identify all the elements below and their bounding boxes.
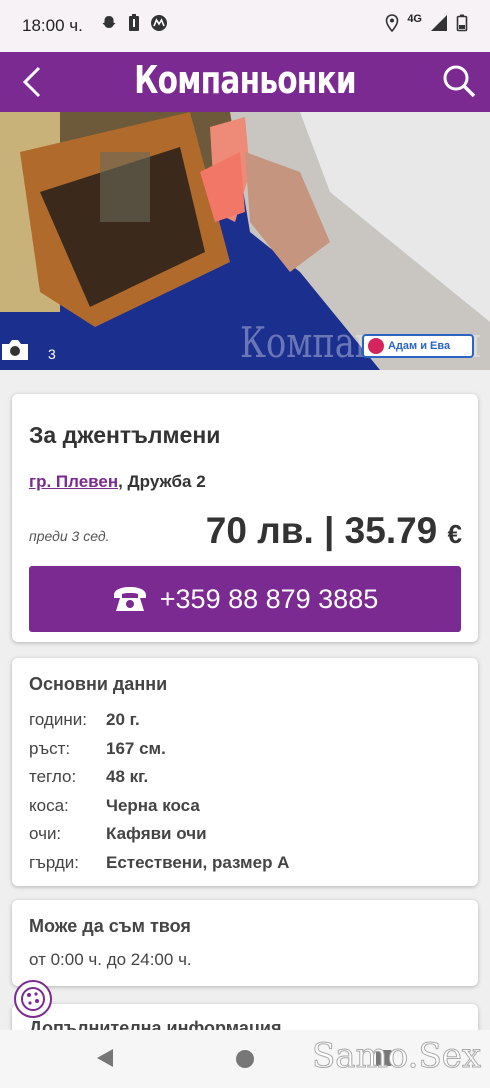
location: гр. Плевен, Дружба 2 — [29, 472, 206, 492]
district: , Дружба 2 — [118, 472, 206, 491]
nav-home-icon[interactable] — [236, 1050, 254, 1068]
app-header: Компаньонки — [0, 52, 490, 112]
data-row-age: години: 20 г. — [29, 706, 289, 735]
photo-badge: Адам и Ева — [362, 334, 474, 358]
listing-card: За джентълмени гр. Плевен, Дружба 2 пред… — [12, 394, 478, 642]
system-icons: 4G — [385, 13, 468, 32]
phone-icon — [113, 587, 146, 611]
site-watermark: Samo.Sex — [311, 1036, 482, 1077]
row-value: Кафяви очи — [106, 824, 207, 844]
search-icon — [443, 65, 476, 98]
currency-symbol: € — [447, 519, 462, 549]
badge-text: Адам и Ева — [388, 340, 451, 352]
site-logo[interactable]: Компаньонки — [54, 58, 436, 102]
network-type: 4G — [407, 13, 422, 25]
row-value: 20 г. — [106, 710, 140, 730]
camera-icon — [2, 340, 28, 360]
row-label: тегло: — [29, 767, 77, 787]
row-label: години: — [29, 710, 87, 730]
battery-saver-icon — [129, 14, 139, 31]
basic-data-card: Основни данни години: 20 г. ръст: 167 см. … — [12, 658, 478, 886]
row-label: ръст: — [29, 738, 71, 758]
cookie-icon — [21, 987, 45, 1011]
availability-card: Може да съм твоя от 0:00 ч. до 24:00 ч. — [12, 900, 478, 986]
price: 70 лв. | 35.79 € — [206, 510, 462, 552]
row-value: 48 кг. — [106, 767, 149, 787]
back-button[interactable] — [14, 64, 50, 100]
row-label: очи: — [29, 824, 62, 844]
data-row-weight: тегло: 48 кг. — [29, 763, 289, 792]
snapchat-icon — [102, 16, 116, 28]
location-icon — [386, 14, 399, 32]
price-value: 70 лв. | 35.79 — [205, 510, 438, 551]
notification-icons — [100, 14, 168, 32]
posted-time: преди 3 сед. — [29, 528, 110, 544]
status-bar: 18:00 ч. 4G — [0, 0, 490, 52]
back-arrow-icon — [22, 66, 41, 98]
basic-data-list: години: 20 г. ръст: 167 см. тегло: 48 кг. к… — [29, 706, 289, 877]
data-row-eyes: очи: Кафяви очи — [29, 820, 289, 849]
phone-number: +359 88 879 3885 — [159, 583, 379, 614]
status-time: 18:00 ч. — [22, 16, 83, 35]
search-button[interactable] — [440, 62, 478, 100]
photo-count: 3 — [48, 346, 56, 362]
listing-title: За джентълмени — [29, 422, 221, 448]
availability-hours: от 0:00 ч. до 24:00 ч. — [29, 950, 192, 969]
city-link[interactable]: гр. Плевен — [29, 472, 118, 491]
row-value: Естествени, размер А — [106, 852, 290, 872]
call-button[interactable]: +359 88 879 3885 — [29, 566, 461, 632]
nav-back-icon[interactable] — [96, 1048, 114, 1068]
row-value: Черна коса — [106, 795, 200, 815]
availability-title: Може да съм твоя — [29, 916, 191, 936]
data-row-breasts: гърди: Естествени, размер А — [29, 849, 289, 878]
motorola-icon — [151, 15, 167, 31]
row-value: 167 см. — [106, 738, 166, 758]
data-row-height: ръст: 167 см. — [29, 735, 289, 764]
cookie-settings-button[interactable] — [14, 980, 52, 1018]
row-label: гърди: — [29, 852, 80, 872]
heart-icon — [368, 338, 384, 354]
basic-data-title: Основни данни — [29, 674, 168, 694]
signal-icon — [431, 15, 447, 31]
data-row-hair: коса: Черна коса — [29, 792, 289, 821]
row-label: коса: — [29, 795, 69, 815]
battery-icon — [456, 14, 468, 32]
